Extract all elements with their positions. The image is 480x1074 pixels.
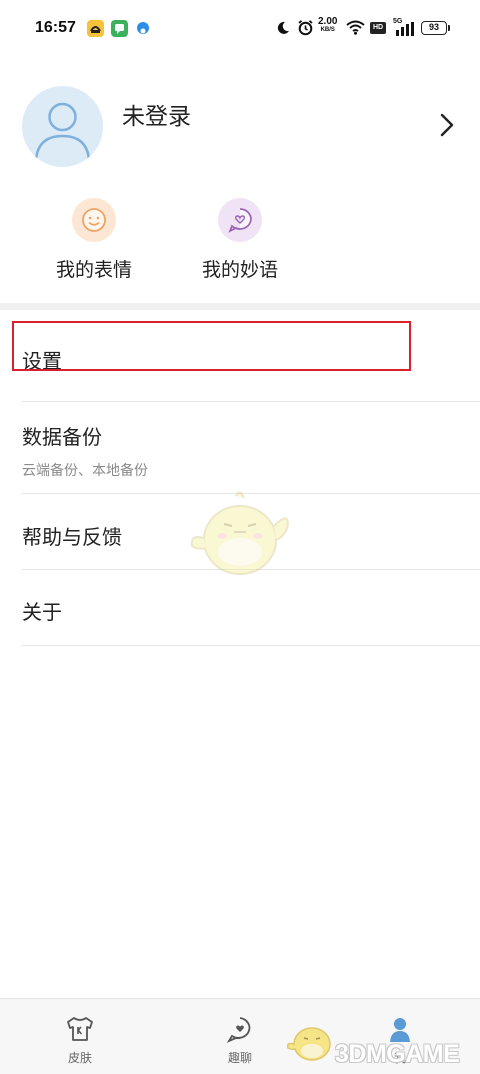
moon-icon bbox=[277, 21, 289, 34]
section-separator bbox=[0, 303, 480, 310]
my-emoticons-button[interactable]: 我的表情 bbox=[39, 198, 149, 282]
highlight-box bbox=[12, 321, 411, 371]
divider bbox=[22, 401, 480, 402]
net-speed-unit: KB/S bbox=[320, 27, 335, 33]
nav-chat-tab[interactable]: 趣聊 bbox=[205, 1015, 275, 1066]
nav-skin-tab[interactable]: 皮肤 bbox=[45, 1015, 115, 1066]
alarm-icon bbox=[298, 20, 313, 36]
me-person-icon bbox=[390, 1018, 410, 1042]
data-backup-label: 数据备份 bbox=[22, 425, 102, 449]
status-time: 16:57 bbox=[35, 19, 76, 36]
about-label: 关于 bbox=[22, 600, 62, 624]
net-speed-value: 2.00 bbox=[318, 16, 338, 27]
watermark-text: 3DMGAME bbox=[335, 1040, 460, 1068]
heart-bubble-icon bbox=[218, 198, 262, 242]
hd-badge: HD bbox=[370, 22, 386, 34]
app-notification-icon bbox=[87, 20, 104, 37]
battery-indicator: 93 bbox=[421, 21, 447, 35]
divider bbox=[22, 645, 480, 646]
about-item[interactable]: 关于 bbox=[22, 596, 480, 625]
chat-heart-icon bbox=[226, 1017, 251, 1043]
nav-chat-label: 趣聊 bbox=[227, 1051, 252, 1065]
status-bar: 16:57 2.00 KB/S HD 5G 93 bbox=[0, 0, 480, 58]
data-backup-subtitle: 云端备份、本地备份 bbox=[22, 463, 148, 479]
net-speed: 2.00 KB/S bbox=[318, 17, 337, 35]
user-avatar-icon[interactable] bbox=[22, 86, 103, 167]
wifi-icon bbox=[346, 20, 365, 35]
smile-face-icon bbox=[72, 198, 116, 242]
username-label[interactable]: 未登录 bbox=[122, 97, 191, 131]
nav-skin-label: 皮肤 bbox=[67, 1051, 92, 1065]
message-icon bbox=[111, 20, 128, 37]
data-backup-item[interactable]: 数据备份 云端备份、本地备份 bbox=[22, 421, 480, 480]
watermark-mascot-icon bbox=[286, 1027, 331, 1061]
battery-tip bbox=[448, 25, 450, 31]
signal-icon bbox=[396, 22, 414, 36]
skin-shirt-icon bbox=[67, 1017, 93, 1041]
app-badge-icon bbox=[137, 22, 149, 34]
mascot-watermark bbox=[190, 491, 290, 575]
chevron-right-icon[interactable] bbox=[440, 113, 454, 137]
my-phrases-label: 我的妙语 bbox=[201, 259, 278, 281]
my-phrases-button[interactable]: 我的妙语 bbox=[185, 198, 295, 282]
my-emoticons-label: 我的表情 bbox=[55, 259, 132, 281]
